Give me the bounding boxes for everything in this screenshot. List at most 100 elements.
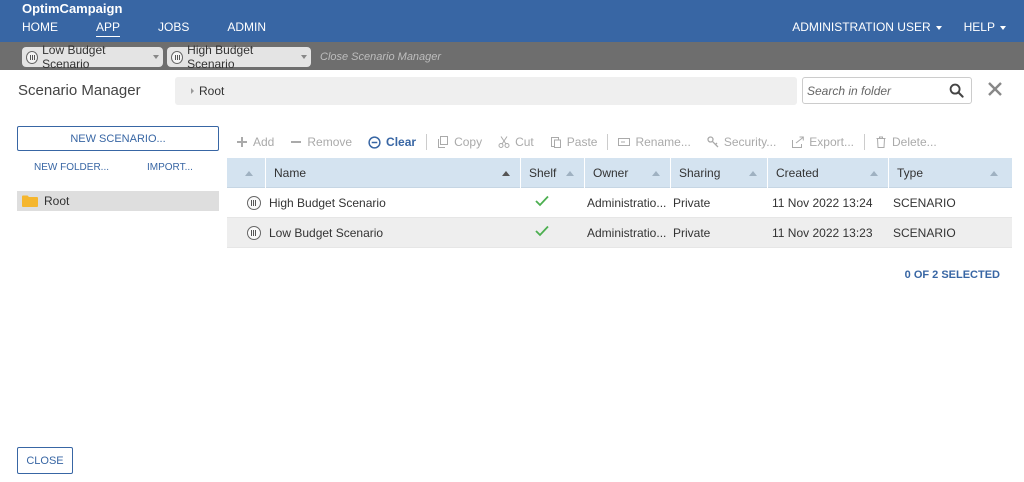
column-label: Owner bbox=[593, 166, 629, 180]
clear-label: Clear bbox=[386, 135, 417, 149]
close-scenario-manager-link[interactable]: Close Scenario Manager bbox=[320, 51, 441, 63]
chevron-down-icon[interactable] bbox=[153, 55, 159, 59]
cell-type: SCENARIO bbox=[893, 226, 956, 240]
export-button[interactable]: Export... bbox=[792, 135, 854, 149]
column-header-name[interactable]: Name bbox=[266, 158, 521, 188]
user-menu-label: ADMINISTRATION USER bbox=[792, 20, 931, 34]
column-header-owner[interactable]: Owner bbox=[585, 158, 671, 188]
nav-app[interactable]: APP bbox=[96, 20, 121, 37]
rename-button[interactable]: Rename... bbox=[618, 135, 691, 149]
app-title: OptimCampaign bbox=[22, 1, 123, 16]
cell-sharing: Private bbox=[673, 196, 711, 210]
new-folder-link[interactable]: NEW FOLDER... bbox=[34, 162, 109, 173]
sort-icon bbox=[566, 171, 574, 176]
add-button[interactable]: Add bbox=[236, 135, 274, 149]
cut-label: Cut bbox=[515, 135, 534, 149]
cell-type: SCENARIO bbox=[893, 196, 956, 210]
cell-shelf[interactable] bbox=[521, 188, 585, 218]
toolbar-divider bbox=[426, 134, 428, 150]
add-label: Add bbox=[253, 135, 275, 149]
import-link[interactable]: IMPORT... bbox=[147, 162, 193, 173]
scenario-manager-dialog: Scenario Manager Root NEW SCENARIO... NE… bbox=[0, 70, 1024, 482]
copy-label: Copy bbox=[454, 135, 483, 149]
help-menu[interactable]: HELP bbox=[964, 20, 1006, 36]
rename-label: Rename... bbox=[635, 135, 691, 149]
main-nav: HOME APP JOBS ADMIN bbox=[22, 20, 304, 37]
clear-button[interactable]: Clear bbox=[368, 135, 416, 149]
sort-ascending-icon bbox=[502, 171, 510, 176]
delete-button[interactable]: Delete... bbox=[875, 135, 937, 149]
toolbar-divider bbox=[863, 134, 865, 150]
cut-button[interactable]: Cut bbox=[498, 135, 534, 149]
chevron-down-icon[interactable] bbox=[301, 55, 307, 59]
nav-home[interactable]: HOME bbox=[22, 20, 58, 37]
breadcrumb-root[interactable]: Root bbox=[199, 84, 224, 98]
nav-admin[interactable]: ADMIN bbox=[227, 20, 266, 37]
sort-icon bbox=[749, 171, 757, 176]
nav-jobs[interactable]: JOBS bbox=[158, 20, 189, 37]
select-column-header[interactable] bbox=[227, 158, 266, 188]
column-header-type[interactable]: Type bbox=[889, 158, 1012, 188]
column-label: Created bbox=[776, 166, 819, 180]
scenario-tab-low-budget[interactable]: Low Budget Scenario bbox=[22, 43, 163, 71]
scenario-icon bbox=[247, 226, 261, 240]
scenario-icon bbox=[171, 50, 184, 64]
export-icon bbox=[792, 136, 805, 148]
folder-icon bbox=[22, 195, 38, 207]
close-button[interactable]: CLOSE bbox=[17, 447, 73, 474]
key-icon bbox=[707, 136, 719, 148]
scenario-tab-high-budget[interactable]: High Budget Scenario bbox=[167, 43, 311, 71]
dialog-title: Scenario Manager bbox=[18, 82, 141, 99]
rename-icon bbox=[618, 138, 631, 146]
remove-button[interactable]: Remove bbox=[290, 135, 352, 149]
row-icon-cell bbox=[227, 218, 266, 248]
grid-header: Name Shelf Owner Sharing Created Type bbox=[227, 158, 1012, 188]
sort-icon bbox=[652, 171, 660, 176]
copy-button[interactable]: Copy bbox=[437, 135, 482, 149]
new-scenario-button[interactable]: NEW SCENARIO... bbox=[17, 126, 219, 151]
minus-icon bbox=[291, 141, 302, 143]
copy-icon bbox=[438, 136, 449, 148]
cell-owner: Administratio... bbox=[587, 196, 667, 210]
column-header-shelf[interactable]: Shelf bbox=[521, 158, 585, 188]
cell-owner: Administratio... bbox=[587, 226, 667, 240]
column-label: Name bbox=[274, 166, 307, 180]
top-navigation-bar: OptimCampaign HOME APP JOBS ADMIN ADMINI… bbox=[0, 0, 1024, 42]
sort-icon bbox=[245, 171, 253, 176]
tree-item-label: Root bbox=[44, 194, 70, 208]
cell-name[interactable]: High Budget Scenario bbox=[266, 188, 521, 218]
cell-name[interactable]: Low Budget Scenario bbox=[266, 218, 521, 248]
cell-shelf[interactable] bbox=[521, 218, 585, 248]
security-button[interactable]: Security... bbox=[707, 135, 776, 149]
sort-icon bbox=[990, 171, 998, 176]
remove-label: Remove bbox=[307, 135, 353, 149]
check-icon bbox=[535, 195, 549, 207]
cell-created: 11 Nov 2022 13:24 bbox=[772, 196, 873, 210]
column-header-sharing[interactable]: Sharing bbox=[671, 158, 768, 188]
table-row[interactable]: Low Budget Scenario Administratio... Pri… bbox=[227, 218, 1012, 248]
search-input[interactable] bbox=[807, 82, 947, 100]
cell-sharing: Private bbox=[673, 226, 711, 240]
search-icon[interactable] bbox=[949, 83, 964, 98]
paste-button[interactable]: Paste bbox=[550, 135, 597, 149]
column-label: Sharing bbox=[679, 166, 721, 180]
chevron-down-icon bbox=[935, 25, 942, 30]
delete-label: Delete... bbox=[891, 135, 937, 149]
column-header-created[interactable]: Created bbox=[768, 158, 889, 188]
chevron-right-icon bbox=[191, 88, 194, 94]
scenario-tab-label: Low Budget Scenario bbox=[42, 43, 106, 71]
scenario-tab-label: High Budget Scenario bbox=[187, 43, 254, 71]
column-label: Type bbox=[897, 166, 924, 180]
trash-icon bbox=[876, 136, 886, 148]
cell-created: 11 Nov 2022 13:23 bbox=[772, 226, 873, 240]
sort-icon bbox=[870, 171, 878, 176]
tree-item-root[interactable]: Root bbox=[17, 191, 219, 211]
scenario-tabs-bar: Low Budget Scenario High Budget Scenario… bbox=[0, 42, 1024, 71]
scenario-grid: Name Shelf Owner Sharing Created Type Hi… bbox=[227, 158, 1012, 248]
toolbar-divider bbox=[607, 134, 609, 150]
minus-circle-icon bbox=[368, 135, 381, 149]
check-icon bbox=[535, 225, 549, 237]
close-icon[interactable] bbox=[985, 79, 1005, 99]
user-menu[interactable]: ADMINISTRATION USER bbox=[792, 20, 942, 36]
table-row[interactable]: High Budget Scenario Administratio... Pr… bbox=[227, 188, 1012, 218]
